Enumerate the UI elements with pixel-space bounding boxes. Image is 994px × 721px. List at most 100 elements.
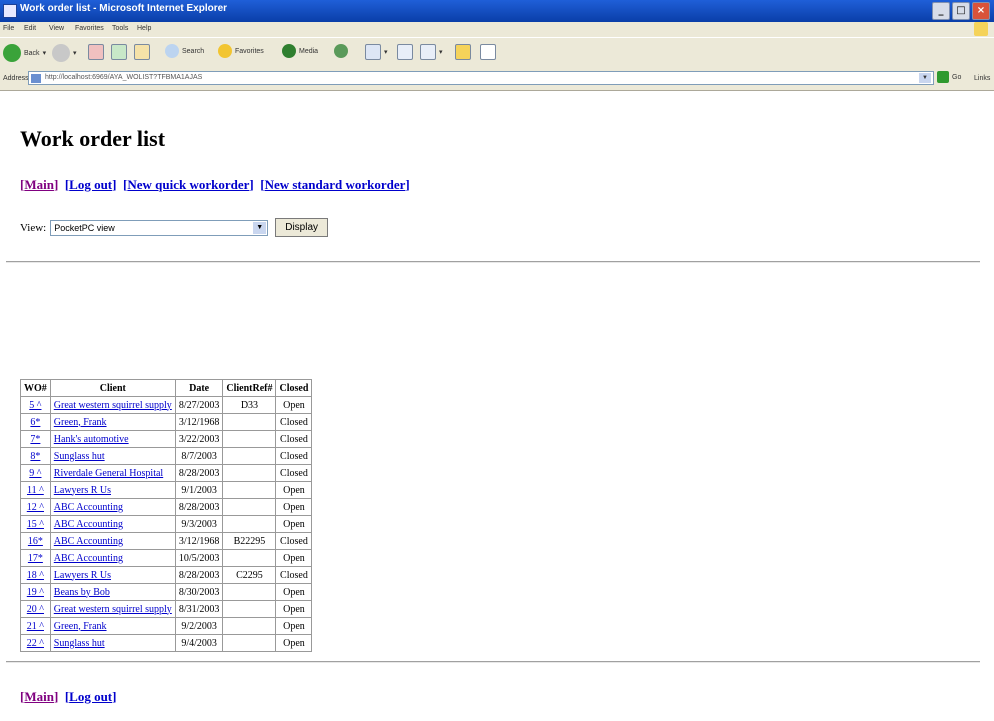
date-cell: 3/22/2003 — [174, 430, 224, 448]
wo-number-link[interactable]: 8* — [20, 447, 51, 465]
wo-number-link[interactable]: 20 ^ — [20, 600, 51, 618]
client-link[interactable]: ABC Accounting — [49, 549, 176, 567]
edit-button[interactable]: ▾ — [420, 44, 443, 60]
main-link[interactable]: Main — [24, 689, 54, 704]
main-link[interactable]: Main — [24, 177, 54, 192]
star-icon — [218, 44, 232, 58]
date-cell: 8/7/2003 — [174, 447, 224, 465]
new-standard-workorder-link[interactable]: New standard workorder — [265, 177, 406, 192]
wo-number-link[interactable]: 19 ^ — [20, 583, 51, 601]
wo-number-link[interactable]: 7* — [20, 430, 51, 448]
address-url: http://localhost:6969/AYA_WOLIST?TFBMA1A… — [45, 74, 203, 81]
table-row: 17* ABC Accounting 10/5/2003 Open — [20, 549, 313, 567]
wo-number-link[interactable]: 6* — [20, 413, 51, 431]
home-icon — [134, 44, 150, 60]
page-button[interactable] — [480, 44, 496, 60]
media-button[interactable]: Media — [282, 44, 318, 58]
wo-number-link[interactable]: 12 ^ — [20, 498, 51, 516]
wo-number-link[interactable]: 15 ^ — [20, 515, 51, 533]
print-button[interactable] — [397, 44, 413, 60]
status-cell: Open — [275, 498, 313, 516]
status-cell: Open — [275, 396, 313, 414]
client-link[interactable]: Lawyers R Us — [49, 566, 176, 584]
client-link[interactable]: Great western squirrel supply — [49, 396, 176, 414]
status-cell: Closed — [275, 532, 313, 550]
date-cell: 8/28/2003 — [174, 464, 224, 482]
client-link[interactable]: Great western squirrel supply — [49, 600, 176, 618]
clientref-cell — [222, 583, 277, 601]
maximize-button[interactable]: □ — [952, 2, 970, 20]
favorites-button[interactable]: Favorites — [218, 44, 264, 58]
menu-file[interactable]: File — [3, 25, 14, 32]
back-button[interactable]: Back ▾ — [3, 44, 46, 62]
table-row: 22 ^ Sunglass hut 9/4/2003 Open — [20, 634, 313, 652]
date-cell: 8/28/2003 — [174, 498, 224, 516]
wo-number-link[interactable]: 18 ^ — [20, 566, 51, 584]
view-select[interactable]: PocketPC view ▼ — [50, 219, 269, 236]
view-row: View: PocketPC view ▼ Display — [20, 218, 329, 237]
status-cell: Closed — [275, 447, 313, 465]
links-button[interactable]: Links — [974, 75, 990, 82]
mail-icon — [365, 44, 381, 60]
client-link[interactable]: Sunglass hut — [49, 634, 176, 652]
wo-number-link[interactable]: 11 ^ — [20, 481, 51, 499]
history-button[interactable] — [334, 44, 348, 58]
date-cell: 9/3/2003 — [174, 515, 224, 533]
refresh-button[interactable] — [111, 44, 127, 60]
media-label: Media — [299, 47, 319, 55]
wo-number-link[interactable]: 17* — [20, 549, 51, 567]
menu-view[interactable]: View — [49, 25, 64, 32]
logout-link[interactable]: Log out — [69, 689, 112, 704]
client-link[interactable]: ABC Accounting — [49, 498, 176, 516]
wo-number-link[interactable]: 5 ^ — [20, 396, 51, 414]
client-link[interactable]: ABC Accounting — [49, 532, 176, 550]
wo-number-link[interactable]: 9 ^ — [20, 464, 51, 482]
new-quick-workorder-link[interactable]: New quick workorder — [127, 177, 249, 192]
menu-edit[interactable]: Edit — [24, 25, 36, 32]
date-cell: 9/2/2003 — [174, 617, 224, 635]
client-link[interactable]: ABC Accounting — [49, 515, 176, 533]
menu-help[interactable]: Help — [137, 25, 151, 32]
client-link[interactable]: Sunglass hut — [49, 447, 176, 465]
display-button[interactable]: Display — [275, 218, 329, 237]
address-bar: Address http://localhost:6969/AYA_WOLIST… — [0, 68, 994, 91]
clientref-cell — [222, 498, 277, 516]
table-row: 8* Sunglass hut 8/7/2003 Closed — [20, 447, 313, 465]
date-cell: 8/28/2003 — [174, 566, 224, 584]
table-row: 15 ^ ABC Accounting 9/3/2003 Open — [20, 515, 313, 533]
clientref-cell — [222, 447, 277, 465]
back-label: Back — [24, 49, 40, 57]
minimize-button[interactable]: _ — [932, 2, 950, 20]
clientref-cell — [222, 481, 277, 499]
client-link[interactable]: Beans by Bob — [49, 583, 176, 601]
client-link[interactable]: Green, Frank — [49, 617, 176, 635]
logout-link[interactable]: Log out — [69, 177, 112, 192]
header-closed: Closed — [275, 379, 313, 397]
date-cell: 9/1/2003 — [174, 481, 224, 499]
wo-number-link[interactable]: 22 ^ — [20, 634, 51, 652]
clientref-cell — [222, 634, 277, 652]
chevron-down-icon[interactable]: ▼ — [253, 221, 267, 234]
date-cell: 8/30/2003 — [174, 583, 224, 601]
address-input[interactable]: http://localhost:6969/AYA_WOLIST?TFBMA1A… — [28, 71, 934, 85]
wo-number-link[interactable]: 16* — [20, 532, 51, 550]
forward-button[interactable]: ▾ — [52, 44, 77, 62]
client-link[interactable]: Green, Frank — [49, 413, 176, 431]
close-button[interactable]: × — [972, 2, 990, 20]
table-row: 7* Hank's automotive 3/22/2003 Closed — [20, 430, 313, 448]
menu-favorites[interactable]: Favorites — [75, 25, 104, 32]
home-button[interactable] — [134, 44, 150, 60]
client-link[interactable]: Riverdale General Hospital — [49, 464, 176, 482]
wo-number-link[interactable]: 21 ^ — [20, 617, 51, 635]
window-controls: _ □ × — [932, 2, 990, 20]
stop-button[interactable] — [88, 44, 104, 60]
client-link[interactable]: Lawyers R Us — [49, 481, 176, 499]
mail-button[interactable]: ▾ — [365, 44, 388, 60]
chevron-down-icon[interactable]: ▼ — [919, 73, 931, 83]
clientref-cell — [222, 617, 277, 635]
folder-button[interactable] — [455, 44, 471, 60]
client-link[interactable]: Hank's automotive — [49, 430, 176, 448]
search-button[interactable]: Search — [165, 44, 204, 58]
menu-tools[interactable]: Tools — [112, 25, 128, 32]
go-button[interactable]: Go — [937, 71, 961, 83]
